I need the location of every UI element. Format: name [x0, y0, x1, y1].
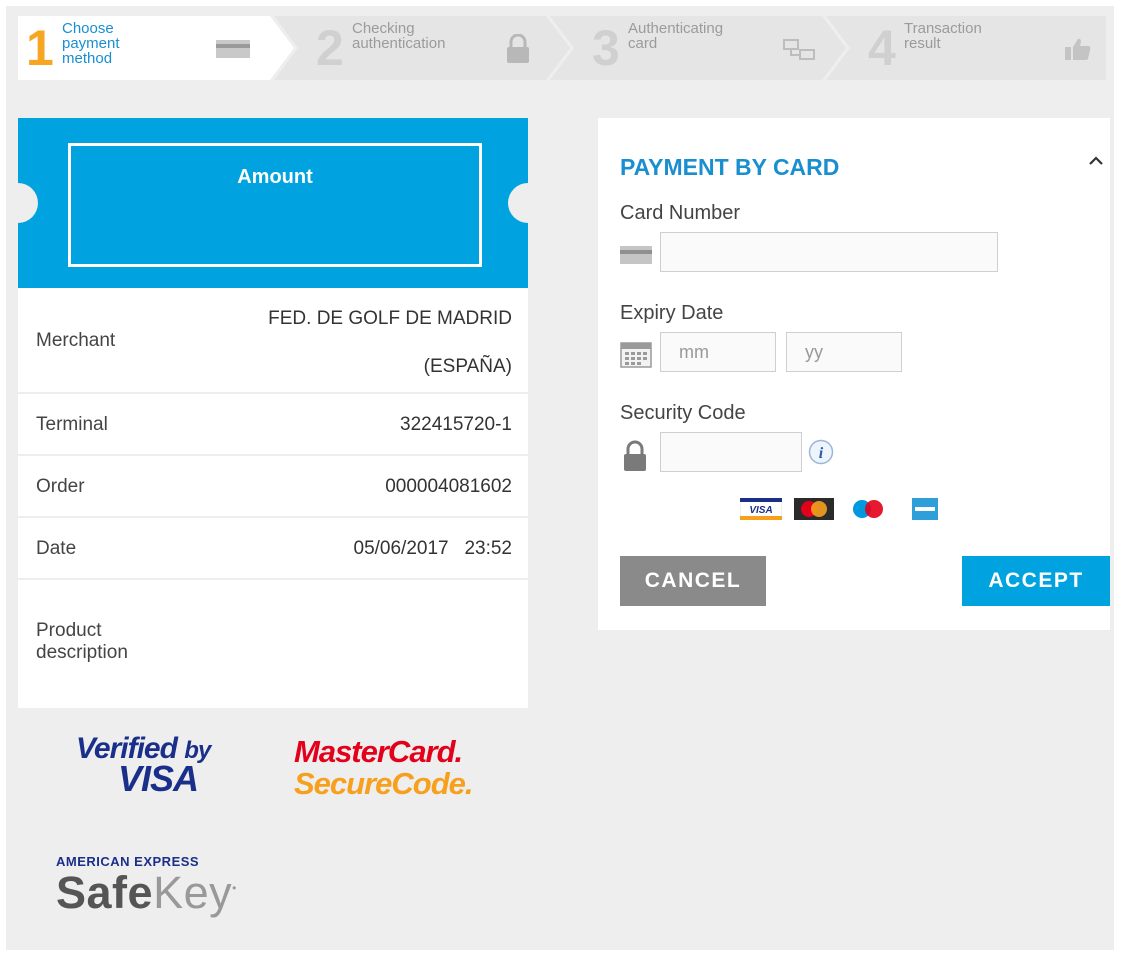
visa-brand-icon: VISA — [740, 498, 782, 520]
order-value: 000004081602 — [385, 476, 512, 497]
terminal-row: Terminal 322415720-1 — [18, 394, 528, 456]
amount-box: Amount — [68, 143, 482, 267]
product-row: Product description — [18, 580, 528, 708]
terminal-label: Terminal — [36, 414, 108, 435]
thumbs-up-icon — [1065, 38, 1091, 60]
calendar-icon — [620, 342, 652, 368]
lock-icon — [624, 440, 646, 471]
card-icon — [216, 40, 250, 58]
step-choose-payment-method: 1 Choose payment method — [18, 16, 294, 80]
mastercard-securecode-logo: MasterCard. SecureCode. — [294, 734, 474, 801]
amount-label: Amount — [237, 166, 313, 188]
maestro-brand-icon — [853, 500, 883, 518]
amex-safekey-logo: AMERICAN EXPRESS SafeKey• — [56, 854, 237, 918]
progress-steps: 1 Choose payment method 2 Checking authe… — [18, 16, 1106, 80]
card-number-label: Card Number — [620, 202, 741, 224]
svg-text:i: i — [819, 445, 824, 462]
expiry-date-label: Expiry Date — [620, 302, 724, 324]
security-code-input[interactable] — [660, 432, 802, 472]
card-number-input[interactable] — [660, 232, 998, 272]
step-authenticating-card: 3 Authenticating card — [550, 16, 846, 80]
merchant-value-line1: FED. DE GOLF DE MADRID — [268, 308, 512, 329]
amex-brand-icon — [912, 498, 938, 520]
step-number: 4 — [868, 20, 896, 76]
step-label: Checking authentication — [352, 20, 446, 52]
step-label: Authenticating card — [628, 20, 724, 52]
svg-text:VISA: VISA — [749, 505, 772, 516]
chevron-up-icon[interactable] — [1088, 156, 1104, 166]
network-icon — [782, 38, 818, 62]
merchant-label: Merchant — [36, 330, 116, 351]
info-icon[interactable]: i — [808, 439, 834, 465]
step-transaction-result: 4 Transaction result — [826, 16, 1106, 80]
mastercard-brand-icon — [794, 498, 834, 520]
transaction-details: Merchant FED. DE GOLF DE MADRID (ESPAÑA)… — [18, 288, 528, 708]
merchant-value-line2: (ESPAÑA) — [423, 356, 512, 377]
cancel-button[interactable]: CANCEL — [620, 556, 766, 606]
order-label: Order — [36, 476, 85, 497]
card-icon — [620, 246, 652, 264]
payment-page: 1 Choose payment method 2 Checking authe… — [6, 6, 1114, 950]
step-checking-authentication: 2 Checking authentication — [274, 16, 570, 80]
ticket-notch — [508, 183, 528, 223]
accept-button[interactable]: ACCEPT — [962, 556, 1110, 606]
verified-by-visa-logo: Verified by VISA — [76, 732, 211, 799]
step-number: 2 — [316, 20, 344, 76]
step-number: 1 — [26, 20, 54, 76]
panel-title: PAYMENT BY CARD — [620, 154, 840, 180]
expiry-year-input[interactable] — [786, 332, 902, 372]
security-code-label: Security Code — [620, 402, 746, 424]
step-label: Transaction result — [904, 20, 982, 52]
step-number: 3 — [592, 20, 620, 76]
order-row: Order 000004081602 — [18, 456, 528, 518]
date-value: 05/06/2017 23:52 — [353, 538, 512, 559]
terminal-value: 322415720-1 — [400, 414, 512, 435]
product-label: Product description — [36, 620, 128, 663]
payment-card-panel: PAYMENT BY CARD Card Number Expiry Date … — [598, 118, 1110, 630]
expiry-month-input[interactable] — [660, 332, 776, 372]
step-label: Choose payment method — [62, 20, 120, 67]
amount-panel: Amount — [18, 118, 528, 288]
date-row: Date 05/06/2017 23:52 — [18, 518, 528, 580]
lock-icon — [506, 34, 530, 64]
date-label: Date — [36, 538, 77, 559]
ticket-notch — [18, 183, 38, 223]
merchant-row: Merchant FED. DE GOLF DE MADRID (ESPAÑA) — [18, 288, 528, 394]
